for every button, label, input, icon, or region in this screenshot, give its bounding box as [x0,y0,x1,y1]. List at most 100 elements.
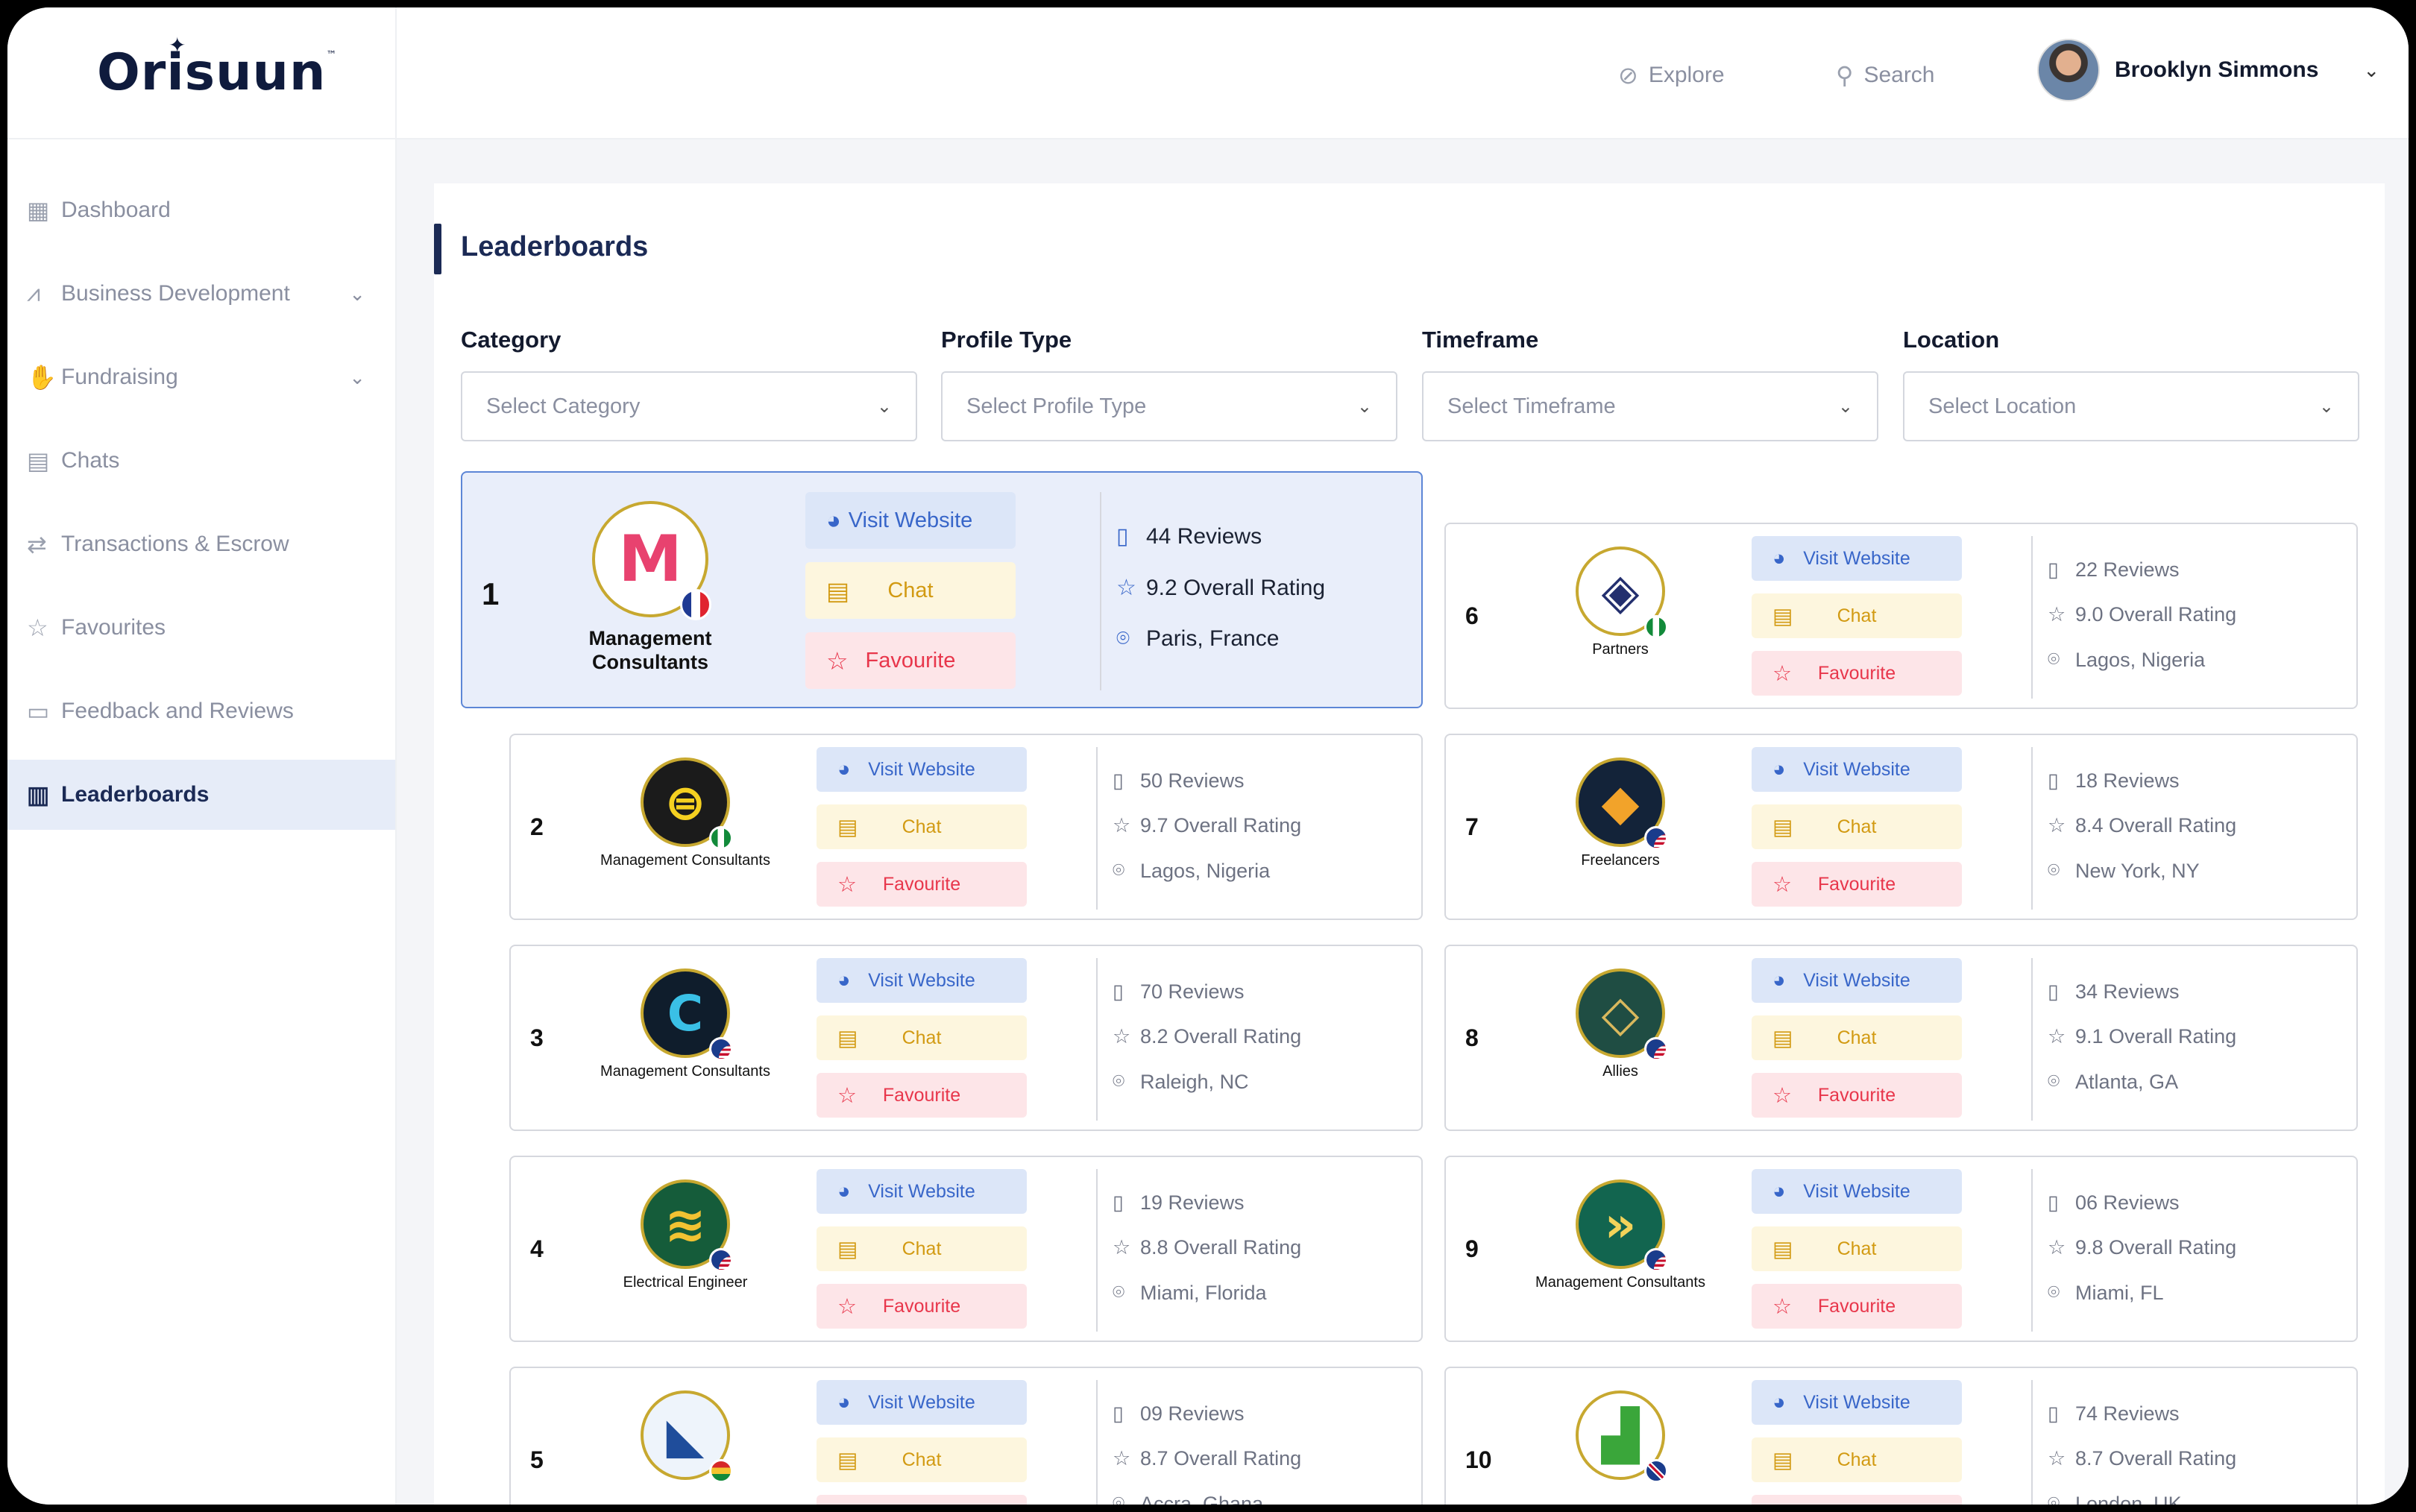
filter-label: Category [461,327,561,353]
visit-website-button[interactable]: ◕ Visit Website [1752,536,1962,581]
search-link[interactable]: ⚲ Search [1836,61,1935,89]
overall-rating: ☆ 9.8 Overall Rating [2048,1236,2236,1259]
chat-button[interactable]: ▤ Chat [1752,1437,1962,1482]
overall-rating-label: 9.8 Overall Rating [2075,1236,2237,1259]
chat-button[interactable]: ▤ Chat [1752,1015,1962,1060]
visit-website-button[interactable]: ◕ Visit Website [817,1380,1027,1425]
chat-icon: ▤ [1772,604,1793,629]
visit-website-button[interactable]: ◕ Visit Website [1752,958,1962,1003]
star-icon: ☆ [837,1083,857,1108]
favourite-button[interactable]: ☆Favourite [817,1495,1027,1505]
company-logo-icon: C [667,984,704,1042]
sidebar-item-label: Favourites [61,615,166,640]
star-icon: ☆ [826,646,849,675]
visit-website-button[interactable]: ◕ Visit Website [817,747,1027,792]
sidebar-item-leaderboards[interactable]: ▥ Leaderboards [7,760,395,830]
rank-number: 9 [1465,1235,1479,1262]
leaderboard-card: 10 ▟ ◕Visit Website ▤Chat ☆Favourite ▯ 74 Revi… [1444,1367,2358,1505]
company-logo-icon: M [618,522,682,596]
visit-website-button[interactable]: ◕ Visit Website [817,1169,1027,1214]
category-select[interactable]: Select Category ⌄ [461,371,917,441]
sidebar-item-feedback-and-reviews[interactable]: ▭ Feedback and Reviews [7,676,395,746]
favourite-button[interactable]: ☆Favourite [1752,1495,1962,1505]
trademark: ™ [326,49,338,62]
timeframe-select[interactable]: Select Timeframe ⌄ [1422,371,1878,441]
document-icon: ▯ [1113,1402,1124,1425]
sidebar-item-favourites[interactable]: ☆ Favourites [7,593,395,663]
sidebar-item-dashboard[interactable]: ▦ Dashboard [7,175,395,245]
explore-link[interactable]: ⊘ Explore [1618,61,1725,89]
reviews-count-label: 19 Reviews [1140,1191,1245,1214]
visit-website-button[interactable]: ◕ Visit Website [1752,747,1962,792]
select-placeholder: Select Category [486,394,641,418]
favourite-button[interactable]: ☆Favourite [817,1284,1027,1329]
filter-label: Profile Type [941,327,1072,353]
chat-button[interactable]: ▤ Chat [817,1015,1027,1060]
reviews-count-label: 06 Reviews [2075,1191,2180,1214]
globe-icon: ◕ [1772,1179,1786,1203]
reviews-count-label: 50 Reviews [1140,769,1245,792]
brand-logo[interactable]: ✦ Orisuun™ [97,33,338,102]
divider [1096,1169,1098,1332]
divider [1096,747,1098,910]
reviews-count-label: 70 Reviews [1140,980,1245,1003]
reviews-count: ▯ 22 Reviews [2048,558,2180,582]
chat-button[interactable]: ▤ Chat [1752,804,1962,849]
filter-timeframe: Timeframe Select Timeframe ⌄ [1422,327,1878,441]
sidebar-item-chats[interactable]: ▤ Chats [7,426,395,496]
sidebar: ✦ Orisuun™ ▦ Dashboard ⩘ Business Developme… [7,7,397,1505]
location-pin-icon: ⌾ [1113,1281,1125,1303]
profile-type-select[interactable]: Select Profile Type ⌄ [941,371,1397,441]
chat-button[interactable]: ▤ Chat [817,804,1027,849]
leaderboard-card: 6 ◈ Partners ◕ Visit Website ▤ Chat ☆ Favourite ▯… [1444,523,2358,709]
favourite-button[interactable]: ☆Favourite [817,862,1027,907]
favourite-button[interactable]: ☆Favourite [1752,651,1962,696]
star-icon: ☆ [2048,814,2066,837]
favourite-button[interactable]: ☆Favourite [1752,1284,1962,1329]
sidebar-item-label: Chats [61,448,120,473]
profile-type: Management Consultants [1535,1274,1705,1291]
favourite-button[interactable]: ☆Favourite [805,632,1016,689]
divider [2031,1380,2033,1505]
chevron-down-icon: ⌄ [2363,58,2380,81]
favourite-button[interactable]: ☆Favourite [1752,862,1962,907]
location-text-label: Lagos, Nigeria [1140,859,1271,882]
sidebar-item-fundraising[interactable]: ✋ Fundraising ⌄ [7,342,395,412]
chat-icon: ▤ [826,576,850,605]
company-logo-icon: ≋ [664,1195,706,1253]
handshake-icon: ✋ [27,364,57,391]
chat-button[interactable]: ▤ Chat [805,562,1016,619]
favourite-button[interactable]: ☆Favourite [1752,1073,1962,1118]
location-select[interactable]: Select Location ⌄ [1903,371,2359,441]
profile-type: Freelancers [1581,852,1660,869]
location-pin-icon: ⌾ [2048,859,2060,881]
chat-button[interactable]: ▤ Chat [1752,1226,1962,1271]
overall-rating: ☆ 8.2 Overall Rating [1113,1025,1301,1048]
visit-website-button[interactable]: ◕ Visit Website [1752,1169,1962,1214]
chat-button[interactable]: ▤ Chat [817,1437,1027,1482]
overall-rating-label: 8.7 Overall Rating [1140,1447,1302,1470]
usa-flag-icon [709,1037,733,1061]
sidebar-item-business-development[interactable]: ⩘ Business Development ⌄ [7,259,395,329]
star-icon: ☆ [2048,1236,2066,1259]
sidebar-item-transactions-escrow[interactable]: ⇄ Transactions & Escrow [7,509,395,579]
favourite-button[interactable]: ☆Favourite [817,1073,1027,1118]
location-pin-icon: ⌾ [2048,1492,2060,1505]
chat-button[interactable]: ▤ Chat [817,1226,1027,1271]
reviews-count: ▯ 44 Reviews [1116,523,1262,549]
visit-website-button[interactable]: ◕ Visit Website [805,492,1016,549]
chat-icon: ▤ [837,815,858,840]
chart-up-icon: ⩘ [27,280,41,306]
visit-website-button[interactable]: ◕ Visit Website [817,958,1027,1003]
chat-button[interactable]: ▤ Chat [1752,593,1962,638]
brand-name: Orisuun [97,43,327,102]
visit-website-button[interactable]: ◕ Visit Website [1752,1380,1962,1425]
sidebar-nav: ▦ Dashboard ⩘ Business Development ⌄ ✋ Fundrai… [7,139,395,830]
divider [2031,958,2033,1121]
message-icon: ▤ [27,447,50,474]
document-icon: ▯ [1113,980,1124,1003]
overall-rating: ☆ 8.8 Overall Rating [1113,1236,1301,1259]
user-menu[interactable]: Brooklyn Simmons ⌄ [2037,39,2379,101]
rank-number: 5 [530,1446,544,1473]
sidebar-item-label: Dashboard [61,198,171,222]
